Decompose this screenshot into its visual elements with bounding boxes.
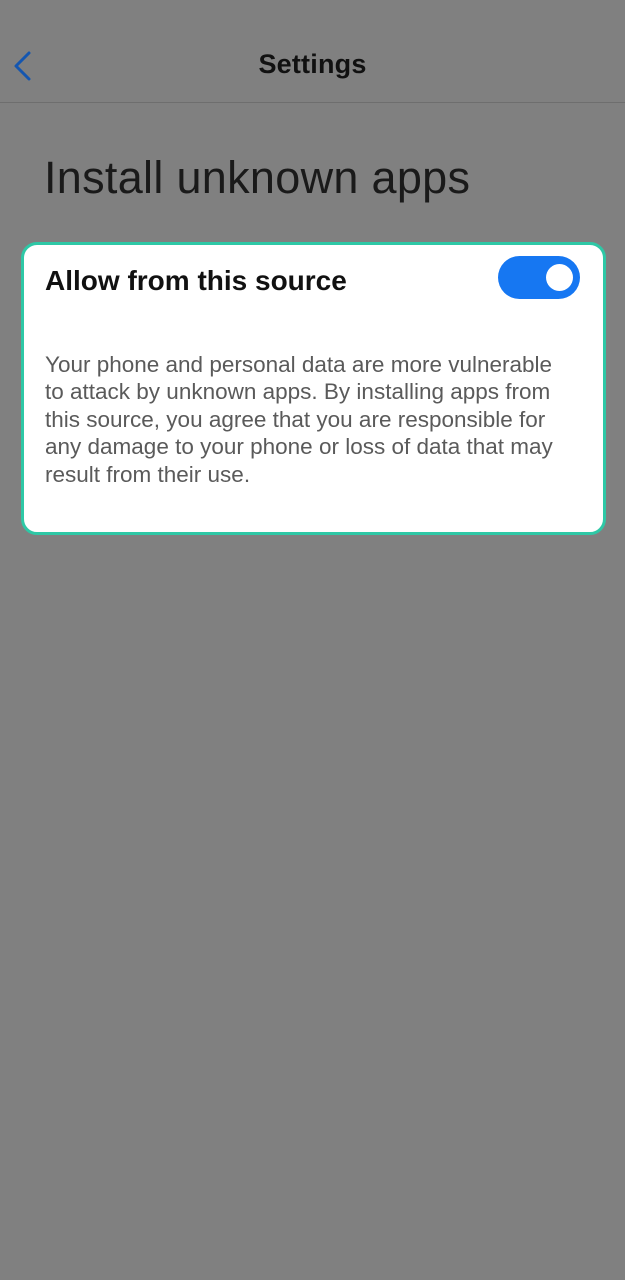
- allow-source-toggle[interactable]: [498, 256, 580, 299]
- warning-description: Your phone and personal data are more vu…: [45, 352, 553, 487]
- app-bar: Settings: [0, 0, 625, 103]
- allow-source-label: Allow from this source: [45, 265, 347, 296]
- toggle-knob: [546, 264, 573, 291]
- settings-screen: Settings Install unknown apps Allow from…: [0, 0, 625, 1280]
- header-title: Settings: [258, 49, 367, 79]
- page-title: Install unknown apps: [44, 152, 471, 203]
- allow-source-card: Allow from this source Your phone and pe…: [21, 242, 606, 535]
